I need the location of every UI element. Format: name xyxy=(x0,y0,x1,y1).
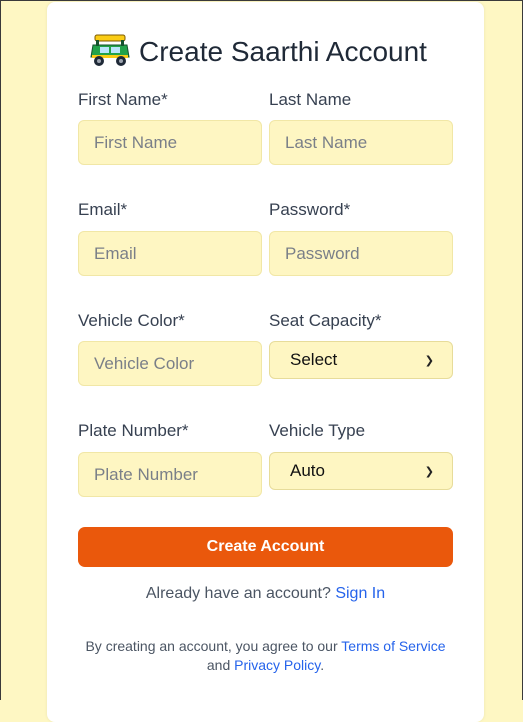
page-title: Create Saarthi Account xyxy=(89,32,449,72)
last-name-label: Last Name xyxy=(269,90,352,109)
terms-notice: By creating an account, you agree to our… xyxy=(47,637,484,675)
chevron-down-icon: ❯ xyxy=(424,465,434,478)
signup-card: Create Saarthi Account First Name* Last … xyxy=(47,2,484,722)
seat-capacity-value: Select xyxy=(290,350,338,369)
last-name-input[interactable] xyxy=(269,120,453,165)
email-label: Email* xyxy=(78,200,128,219)
vehicle-color-input[interactable] xyxy=(78,341,262,386)
email-input[interactable] xyxy=(78,231,262,276)
chevron-down-icon: ❯ xyxy=(424,354,434,367)
first-name-input[interactable] xyxy=(78,120,262,165)
first-name-label: First Name* xyxy=(78,90,168,109)
create-account-button[interactable]: Create Account xyxy=(78,527,453,567)
terms-suffix: . xyxy=(320,657,325,673)
password-input[interactable] xyxy=(269,231,453,276)
sign-in-link[interactable]: Sign In xyxy=(335,585,385,602)
vehicle-color-label: Vehicle Color* xyxy=(78,311,185,330)
title-text: Create Saarthi Account xyxy=(139,36,427,67)
terms-and: and xyxy=(206,657,231,673)
vehicle-type-select[interactable]: Auto ❯ xyxy=(269,452,453,490)
signin-prompt: Already have an account? Sign In xyxy=(47,585,484,603)
vehicle-type-value: Auto xyxy=(290,461,325,480)
seat-capacity-label: Seat Capacity* xyxy=(269,311,382,330)
auto-rickshaw-icon xyxy=(89,33,139,72)
terms-prefix: By creating an account, you agree to our xyxy=(85,638,338,654)
plate-number-input[interactable] xyxy=(78,452,262,497)
plate-number-label: Plate Number* xyxy=(78,421,189,440)
privacy-policy-link[interactable]: Privacy Policy xyxy=(234,657,320,673)
signin-prompt-text: Already have an account? xyxy=(145,585,331,602)
vehicle-type-label: Vehicle Type xyxy=(269,421,366,440)
password-label: Password* xyxy=(269,200,351,219)
seat-capacity-select[interactable]: Select ❯ xyxy=(269,341,453,379)
terms-of-service-link[interactable]: Terms of Service xyxy=(341,638,445,654)
